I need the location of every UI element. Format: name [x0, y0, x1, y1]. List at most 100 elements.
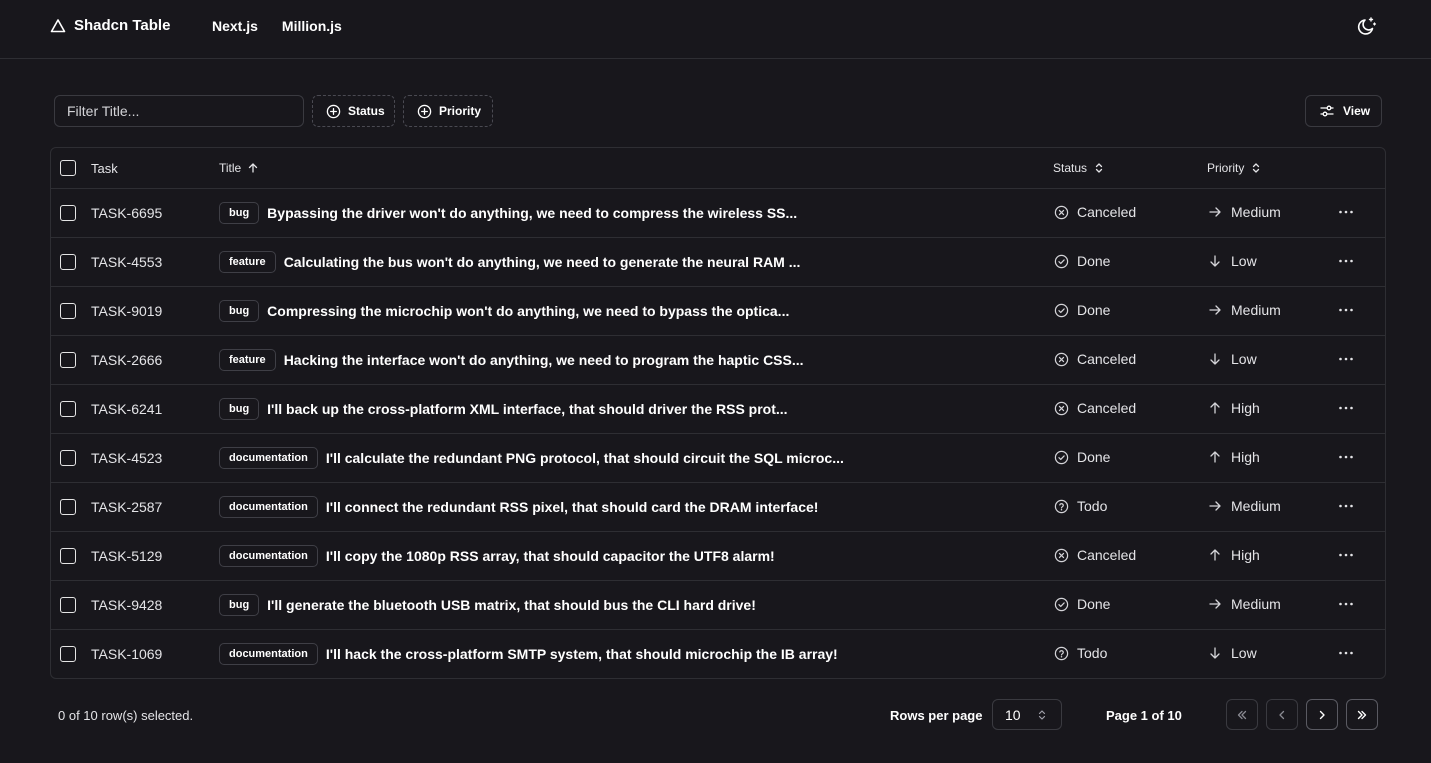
table-row[interactable]: TASK-4523 documentation I'll calculate the… — [51, 434, 1385, 483]
status-text: Canceled — [1077, 204, 1137, 220]
chevrons-up-down-icon — [1093, 162, 1105, 174]
table-row[interactable]: TASK-4553 feature Calculating the bus won'… — [51, 238, 1385, 287]
arrow-down-icon — [1208, 254, 1222, 268]
tasks-table: Task Title Status Priority TASK-6695 bug B… — [50, 147, 1386, 679]
task-title: I'll copy the 1080p RSS array, that shou… — [325, 548, 775, 564]
check-circle-icon — [1054, 303, 1069, 318]
task-priority: Low — [1208, 253, 1257, 269]
more-horizontal-icon — [1338, 210, 1354, 214]
row-select-checkbox[interactable] — [60, 450, 76, 466]
row-actions-button[interactable] — [1337, 299, 1355, 321]
top-navbar: Shadcn Table Next.js Million.js — [0, 0, 1431, 59]
table-row[interactable]: TASK-5129 documentation I'll copy the 1080… — [51, 532, 1385, 581]
label-badge: bug — [219, 398, 260, 420]
status-text: Done — [1077, 302, 1111, 318]
task-priority: High — [1208, 547, 1260, 563]
rows-per-page-value: 10 — [1005, 706, 1021, 723]
task-priority: Medium — [1208, 204, 1281, 220]
first-page-button[interactable] — [1226, 699, 1258, 730]
priority-text: High — [1231, 547, 1260, 563]
row-actions-button[interactable] — [1337, 250, 1355, 272]
priority-filter-label: Priority — [439, 104, 482, 118]
task-title: Compressing the microchip won't do anyth… — [267, 303, 790, 319]
table-row[interactable]: TASK-2666 feature Hacking the interface wo… — [51, 336, 1385, 385]
row-select-checkbox[interactable] — [60, 303, 76, 319]
more-horizontal-icon — [1338, 651, 1354, 655]
column-header-priority[interactable]: Priority — [1207, 161, 1262, 175]
row-actions-button[interactable] — [1337, 397, 1355, 419]
next-page-button[interactable] — [1306, 699, 1338, 730]
priority-text: High — [1231, 400, 1260, 416]
row-select-checkbox[interactable] — [60, 254, 76, 270]
check-circle-icon — [1054, 254, 1069, 269]
last-page-button[interactable] — [1346, 699, 1378, 730]
previous-page-button[interactable] — [1266, 699, 1298, 730]
task-id: TASK-4523 — [91, 450, 163, 466]
table-row[interactable]: TASK-6241 bug I'll back up the cross-platf… — [51, 385, 1385, 434]
priority-text: High — [1231, 449, 1260, 465]
chevrons-up-down-icon — [1037, 709, 1047, 721]
brand-name: Shadcn Table — [74, 17, 171, 34]
priority-text: Medium — [1231, 302, 1281, 318]
task-title-cell: feature Hacking the interface won't do an… — [219, 349, 804, 371]
label-badge: documentation — [219, 545, 318, 567]
status-filter-label: Status — [348, 104, 385, 118]
rows-per-page-label: Rows per page — [890, 708, 983, 723]
status-text: Canceled — [1077, 547, 1137, 563]
label-badge: documentation — [219, 643, 318, 665]
row-select-checkbox[interactable] — [60, 646, 76, 662]
row-select-checkbox[interactable] — [60, 205, 76, 221]
row-select-checkbox[interactable] — [60, 352, 76, 368]
nav-link-nextjs[interactable]: Next.js — [212, 18, 258, 34]
task-priority: Low — [1208, 645, 1257, 661]
view-options-button[interactable]: View — [1305, 95, 1382, 127]
table-row[interactable]: TASK-9019 bug Compressing the microchip wo… — [51, 287, 1385, 336]
row-actions-button[interactable] — [1337, 544, 1355, 566]
priority-text: Medium — [1231, 204, 1281, 220]
row-actions-button[interactable] — [1337, 348, 1355, 370]
column-header-status[interactable]: Status — [1053, 161, 1105, 175]
row-actions-button[interactable] — [1337, 495, 1355, 517]
select-all-checkbox[interactable] — [60, 160, 76, 176]
task-id: TASK-9019 — [91, 303, 163, 319]
table-pagination: 0 of 10 row(s) selected. Rows per page 1… — [0, 699, 1431, 731]
row-select-checkbox[interactable] — [60, 597, 76, 613]
arrow-right-icon — [1208, 597, 1222, 611]
column-header-title[interactable]: Title — [219, 161, 259, 175]
row-select-checkbox[interactable] — [60, 548, 76, 564]
row-actions-button[interactable] — [1337, 642, 1355, 664]
table-row[interactable]: TASK-9428 bug I'll generate the bluetooth … — [51, 581, 1385, 630]
status-text: Todo — [1077, 645, 1108, 661]
theme-toggle-button[interactable] — [1356, 15, 1378, 37]
task-id: TASK-1069 — [91, 646, 163, 662]
table-row[interactable]: TASK-1069 documentation I'll hack the cros… — [51, 630, 1385, 678]
task-status: Todo — [1054, 645, 1107, 661]
label-badge: feature — [219, 349, 276, 371]
row-select-checkbox[interactable] — [60, 401, 76, 417]
filter-title-input[interactable] — [54, 95, 304, 127]
brand-link[interactable]: Shadcn Table — [50, 17, 170, 34]
main-nav: Next.js Million.js — [212, 18, 342, 34]
table-row[interactable]: TASK-6695 bug Bypassing the driver won't d… — [51, 189, 1385, 238]
row-select-checkbox[interactable] — [60, 499, 76, 515]
rows-per-page-select[interactable]: 10 — [992, 699, 1062, 730]
chevrons-left-icon — [1235, 708, 1249, 722]
plus-circle-icon — [326, 104, 341, 119]
more-horizontal-icon — [1338, 308, 1354, 312]
task-id: TASK-2666 — [91, 352, 163, 368]
task-title: I'll hack the cross-platform SMTP system… — [325, 646, 838, 662]
priority-text: Low — [1231, 645, 1257, 661]
priority-filter-button[interactable]: Priority — [403, 95, 493, 127]
status-filter-button[interactable]: Status — [312, 95, 395, 127]
label-badge: bug — [219, 202, 260, 224]
task-priority: Medium — [1208, 498, 1281, 514]
arrow-up-icon — [1208, 548, 1222, 562]
row-actions-button[interactable] — [1337, 446, 1355, 468]
table-row[interactable]: TASK-2587 documentation I'll connect the r… — [51, 483, 1385, 532]
row-actions-button[interactable] — [1337, 593, 1355, 615]
row-actions-button[interactable] — [1337, 201, 1355, 223]
nav-link-millionjs[interactable]: Million.js — [282, 18, 342, 34]
chevrons-right-icon — [1355, 708, 1369, 722]
column-header-task: Task — [91, 161, 118, 176]
task-status: Todo — [1054, 498, 1107, 514]
